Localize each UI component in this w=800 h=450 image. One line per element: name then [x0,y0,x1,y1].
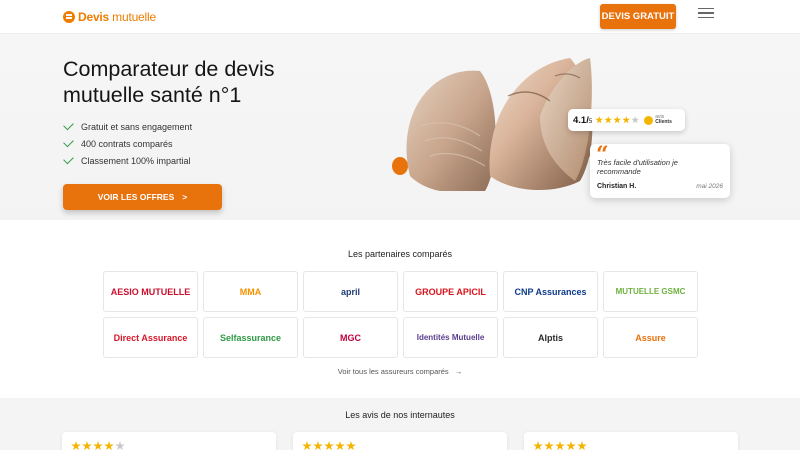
star-icon [555,441,565,450]
review-date: mai 2026 [696,183,723,190]
partner-logo-text: MUTUELLE GSMC [615,287,686,296]
star-icon [82,441,92,450]
star-icon [577,441,587,450]
arrow-right-icon: → [454,367,463,376]
star-icon [544,441,554,450]
star-icon [595,116,604,124]
partner-logo-text: CNP Assurances [514,286,587,297]
check-icon [63,119,74,131]
avis-clients-icon [644,115,654,125]
partner-logo-text: GROUPE APICIL [415,286,486,297]
logo-text-bold: Devis [78,10,110,24]
review-stars [71,441,267,450]
partner-logo-cnp[interactable]: CNP Assurances [503,271,598,312]
logo-text-light: mutuelle [112,10,156,24]
benefit-item: 400 contrats comparés [63,135,192,152]
star-icon [566,441,576,450]
benefits-list: Gratuit et sans engagement 400 contrats … [63,118,193,169]
star-icon [346,441,356,450]
voir-offres-label: VOIR LES OFFRES [97,192,175,202]
partner-logo-gsmc[interactable]: MUTUELLE GSMC [603,271,698,312]
partner-logo-text: Direct Assurance [113,332,188,343]
star-empty-icon [115,441,125,450]
orange-blob-left [392,157,408,175]
photo-shape-left [406,70,496,191]
star-icon [324,441,334,450]
partner-logo-apicil[interactable]: GROUPE APICIL [403,271,498,312]
partners-title: Les partenaires comparés [347,249,453,259]
reviews-title: Les avis de nos internautes [345,410,455,420]
site-header: Devis mutuelle DEVIS GRATUIT [0,0,800,34]
review-card: “ Très facile d'utilisation je recommand… [590,144,730,198]
check-icon [63,136,74,148]
review-stars [302,441,498,450]
partner-logo-assure[interactable]: Assure [603,317,698,358]
partner-logo-text: Assure [635,332,666,343]
partner-logo-text: MMA [239,286,262,297]
benefit-item: Classement 100% impartial [63,152,192,169]
star-empty-icon [631,116,640,124]
review-stars [533,441,729,450]
hamburger-icon[interactable] [698,8,714,18]
benefit-label: Classement 100% impartial [81,155,191,166]
rating-value: 4.1/ [573,114,589,126]
review-text: Très facile d'utilisation je recommande [597,158,678,176]
partner-logo-text: AESIO MUTUELLE [110,286,191,297]
logo-icon [63,11,75,23]
star-icon [613,116,622,124]
hero-section: Comparateur de devis mutuelle santé n°1 … [0,34,800,220]
all-insurers-label: Voir tous les assureurs comparés [337,367,449,376]
rating-badge: 4.1/5 avis Clients [568,109,685,131]
partner-logo-identites-mutuelle[interactable]: Identités Mutuelle [403,317,498,358]
partner-logo-text: Alptis [537,332,563,343]
benefit-label: Gratuit et sans engagement [81,121,193,132]
avis-clients-logo: avis Clients [644,114,672,126]
benefit-label: 400 contrats comparés [81,138,173,149]
quote-icon: “ [596,142,609,168]
review-card [524,432,738,450]
review-author: Christian H. [597,183,637,190]
partner-logo-mgc[interactable]: MGC [303,317,398,358]
star-icon [313,441,323,450]
all-insurers-link[interactable]: Voir tous les assureurs comparés → [0,367,800,376]
star-icon [335,441,345,450]
review-card [293,432,507,450]
review-card [62,432,276,450]
partner-logo-direct-assurance[interactable]: Direct Assurance [103,317,198,358]
partner-logo-text: april [340,286,360,297]
rating-stars [595,116,640,124]
partners-grid: AESIO MUTUELLE MMA april GROUPE APICIL C… [103,271,698,358]
partner-logo-aesio[interactable]: AESIO MUTUELLE [103,271,198,312]
site-logo[interactable]: Devis mutuelle [63,10,156,24]
chevron-right-icon: > [182,192,188,202]
star-icon [533,441,543,450]
star-icon [93,441,103,450]
check-icon [63,153,74,165]
devis-gratuit-button[interactable]: DEVIS GRATUIT [600,4,676,29]
partner-logo-selfassurance[interactable]: Selfassurance [203,317,298,358]
partner-logo-text: Identités Mutuelle [416,333,485,342]
partner-logo-april[interactable]: april [303,271,398,312]
partner-logo-mma[interactable]: MMA [203,271,298,312]
benefit-item: Gratuit et sans engagement [63,118,193,135]
partner-logo-alptis[interactable]: Alptis [503,317,598,358]
star-icon [71,441,81,450]
rating-scale: 5 [588,118,593,125]
reviews-section: Les avis de nos internautes [0,398,800,450]
voir-offres-button[interactable]: VOIR LES OFFRES > [63,184,222,210]
hero-title: Comparateur de devis mutuelle santé n°1 [63,57,275,107]
star-icon [622,116,631,124]
star-icon [302,441,312,450]
partner-logo-text: Selfassurance [219,332,282,343]
star-icon [604,116,613,124]
avis-clients-bottom: Clients [655,119,672,125]
partner-logo-text: MGC [340,332,361,343]
star-icon [104,441,114,450]
